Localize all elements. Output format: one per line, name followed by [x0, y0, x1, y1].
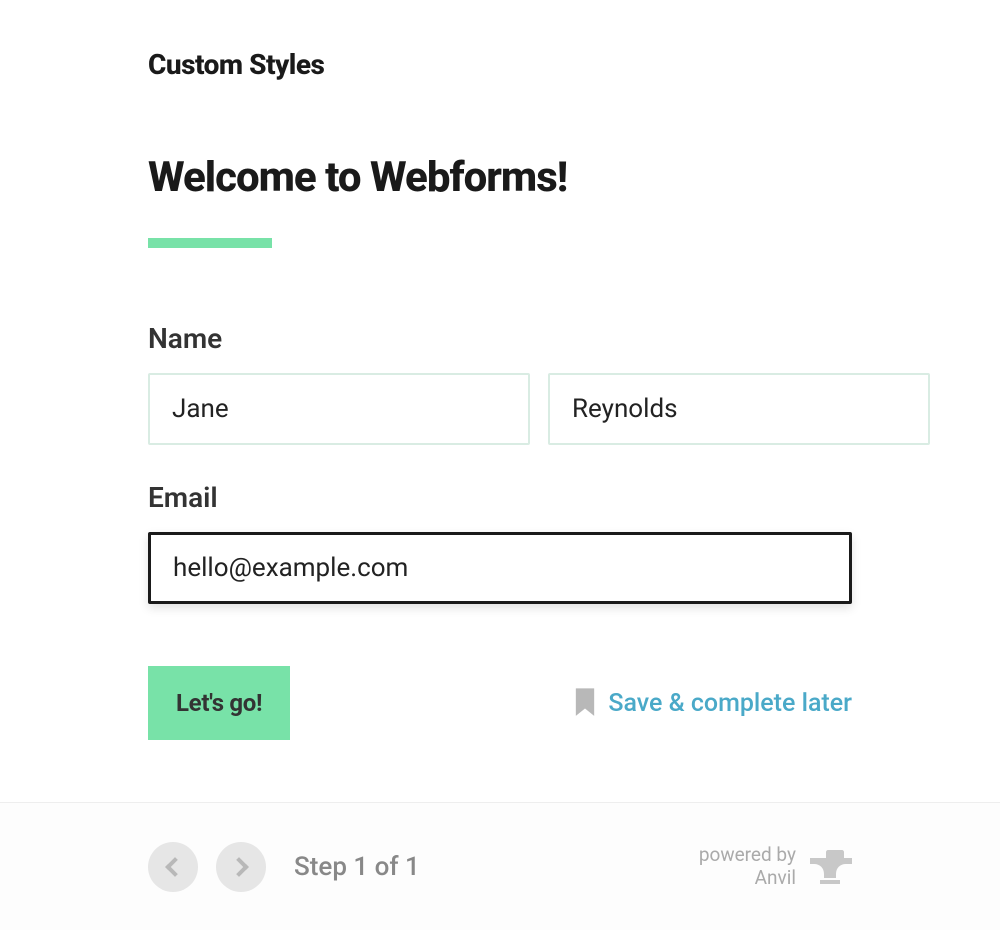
step-indicator: Step 1 of 1 — [294, 852, 420, 882]
chevron-left-icon — [165, 857, 185, 877]
save-complete-later-link[interactable]: Save & complete later — [574, 688, 852, 718]
next-step-button[interactable] — [216, 842, 266, 892]
bookmark-icon — [574, 688, 596, 718]
page-title: Welcome to Webforms! — [148, 153, 852, 202]
email-input[interactable] — [148, 532, 852, 604]
footer: Step 1 of 1 powered by Anvil — [0, 802, 1000, 930]
name-label: Name — [148, 322, 852, 355]
submit-button[interactable]: Let's go! — [148, 666, 290, 740]
email-label: Email — [148, 481, 852, 514]
email-field-group: Email — [148, 481, 852, 604]
save-later-text: Save & complete later — [608, 689, 852, 718]
section-title: Custom Styles — [148, 48, 852, 81]
powered-by-label: powered by — [699, 844, 796, 867]
first-name-input[interactable] — [148, 373, 530, 445]
powered-by: powered by Anvil — [699, 844, 796, 890]
name-field-group: Name — [148, 322, 852, 445]
prev-step-button[interactable] — [148, 842, 198, 892]
anvil-logo-icon — [810, 850, 852, 884]
powered-by-brand: Anvil — [699, 867, 796, 890]
chevron-right-icon — [229, 857, 249, 877]
title-underline — [148, 238, 272, 248]
last-name-input[interactable] — [548, 373, 930, 445]
